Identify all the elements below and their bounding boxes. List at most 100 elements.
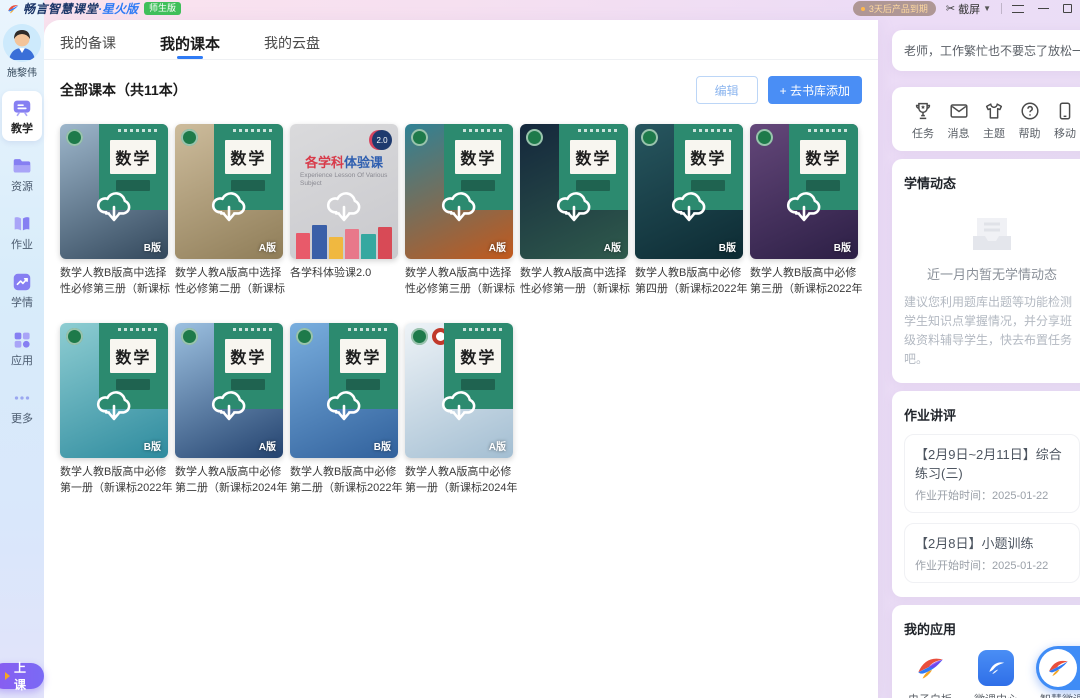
download-icon[interactable] [438, 188, 480, 231]
maximize-icon[interactable] [1063, 4, 1072, 13]
book-card[interactable]: 数学 B版 数学人教B版高中必修第一册（新课标2022年更 [60, 323, 168, 496]
quick-帮助[interactable]: 帮助 [1013, 100, 1047, 141]
download-icon[interactable] [208, 188, 250, 231]
sidebar-menu: 教学资源作业学情应用更多 [0, 91, 44, 431]
publisher-badge-icon [181, 129, 198, 146]
homework-item[interactable]: 【2月9日~2月11日】综合练习(三)作业开始时间：2025-01-22 [904, 434, 1080, 513]
homework-review-card: 作业讲评 【2月9日~2月11日】综合练习(三)作业开始时间：2025-01-2… [892, 391, 1080, 597]
book-cover[interactable]: 数学 A版 [405, 124, 513, 259]
quick-任务[interactable]: 任务 [906, 100, 940, 141]
sidebar-item-学情[interactable]: 学情 [2, 265, 42, 315]
book-title: 数学人教B版高中必修第三册（新课标2022年更 [750, 265, 864, 297]
quick-移动[interactable]: 移动 [1048, 100, 1080, 141]
avatar[interactable] [3, 24, 41, 62]
book-title: 数学人教B版高中必修第四册（新课标2022年更 [635, 265, 749, 297]
screenshot-button[interactable]: ✂截屏▼ [946, 1, 991, 17]
sidebar-item-应用[interactable]: 应用 [2, 323, 42, 373]
start-class-button[interactable]: 上课 [0, 663, 44, 689]
app-title: 畅言智慧课堂 [23, 0, 98, 17]
folder-icon [2, 155, 42, 177]
book-card[interactable]: 数学 A版 数学人教A版高中必修第二册（新课标2024年 [175, 323, 283, 496]
download-icon[interactable] [323, 188, 365, 231]
book-title: 数学人教A版高中选择性必修第一册（新课标 [520, 265, 634, 297]
publisher-badge-icon [181, 328, 198, 345]
sidebar-item-教学[interactable]: 教学 [2, 91, 42, 141]
book-cover[interactable]: 数学 B版 [60, 124, 168, 259]
book-cover[interactable]: 数学 B版 [635, 124, 743, 259]
book-cover[interactable]: 数学 A版 [175, 323, 283, 458]
app-logo-bird-icon [6, 2, 20, 16]
sidebar-item-作业[interactable]: 作业 [2, 207, 42, 257]
divider [1001, 3, 1002, 14]
homework-name: 【2月8日】小题训练 [915, 533, 1069, 552]
right-panel: 老师，工作繁忙也不要忘了放松一下哦 任务消息主题帮助移动 学情动态 近一月内暂无… [892, 30, 1080, 698]
book-title: 数学人教A版高中选择性必修第三册（新课标 [405, 265, 519, 297]
cover-subject-label: 数学 [225, 140, 271, 174]
sidebar-item-资源[interactable]: 资源 [2, 149, 42, 199]
window-menu-icon[interactable] [1012, 5, 1024, 13]
app-微课中心[interactable]: 微课中心 [974, 650, 1018, 698]
homework-item[interactable]: 【2月8日】小题训练作业开始时间：2025-01-22 [904, 523, 1080, 583]
book-card[interactable]: 数学 A版 数学人教A版高中必修第一册（新课标2024年 [405, 323, 513, 496]
add-from-library-button[interactable]: + 去书库添加 [768, 76, 862, 104]
assistant-float-button[interactable] [1036, 646, 1080, 690]
publisher-badge-icon [526, 129, 543, 146]
title-bar: 畅言智慧课堂 ·星火版 师生版 3天后产品到期 ✂截屏▼ [0, 0, 1080, 17]
tab-my-cloud[interactable]: 我的云盘 [264, 33, 320, 59]
help-icon [1013, 100, 1047, 122]
quick-消息[interactable]: 消息 [942, 100, 976, 141]
download-icon[interactable] [553, 188, 595, 231]
tab-my-textbooks[interactable]: 我的课本 [160, 33, 220, 59]
mail-icon [942, 100, 976, 122]
app-电子白板[interactable]: 电子白板 [908, 650, 952, 698]
publisher-badge-icon [411, 129, 428, 146]
book-cover[interactable]: 数学 A版 [520, 124, 628, 259]
book-cover[interactable]: 数学 B版 [60, 323, 168, 458]
book-card[interactable]: 数学 A版 数学人教A版高中选择性必修第二册（新课标 [175, 124, 283, 297]
tab-my-prep[interactable]: 我的备课 [60, 33, 116, 59]
book-card[interactable]: 数学 A版 数学人教A版高中选择性必修第三册（新课标 [405, 124, 513, 297]
cover-subject-label: 数学 [685, 140, 731, 174]
book-title: 数学人教B版高中必修第一册（新课标2022年更 [60, 464, 174, 496]
section-title: 全部课本（共11本） [60, 80, 187, 100]
book-card[interactable]: 数学 B版 数学人教B版高中必修第二册（新课标2022年更 [290, 323, 398, 496]
phone-icon [1048, 100, 1080, 122]
tab-bar: 我的备课 我的课本 我的云盘 [44, 20, 878, 60]
book-cover[interactable]: 数学 A版 [175, 124, 283, 259]
empty-inbox-icon [969, 214, 1015, 254]
download-icon[interactable] [783, 188, 825, 231]
book-cover[interactable]: 数学 B版 [290, 323, 398, 458]
main-content: 我的备课 我的课本 我的云盘 全部课本（共11本） 编辑 + 去书库添加 数学 … [44, 20, 878, 698]
cover-subject-label: 数学 [455, 339, 501, 373]
edit-button[interactable]: 编辑 [696, 76, 758, 104]
book-card[interactable]: 数学 B版 数学人教B版高中必修第三册（新课标2022年更 [750, 124, 858, 297]
download-icon[interactable] [93, 387, 135, 430]
book-card[interactable]: 2.0 各学科体验课 Experience Lesson Of Various … [290, 124, 398, 297]
book-cover[interactable]: 数学 A版 [405, 323, 513, 458]
homework-icon [2, 213, 42, 235]
book-card[interactable]: 数学 B版 数学人教B版高中必修第四册（新课标2022年更 [635, 124, 743, 297]
download-icon[interactable] [208, 387, 250, 430]
minimize-icon[interactable] [1038, 8, 1049, 10]
book-cover[interactable]: 2.0 各学科体验课 Experience Lesson Of Various … [290, 124, 398, 259]
download-icon[interactable] [438, 387, 480, 430]
book-cover[interactable]: 数学 B版 [750, 124, 858, 259]
book-card[interactable]: 数学 A版 数学人教A版高中选择性必修第一册（新课标 [520, 124, 628, 297]
quick-主题[interactable]: 主题 [977, 100, 1011, 141]
download-icon[interactable] [93, 188, 135, 231]
sidebar-item-更多[interactable]: 更多 [2, 381, 42, 431]
homework-start-time: 作业开始时间：2025-01-22 [915, 557, 1069, 573]
bird-icon [912, 650, 948, 686]
chevron-down-icon: ▼ [983, 4, 991, 13]
experience-course-title: 各学科体验课 [290, 152, 398, 171]
app-blue-bird-icon [978, 650, 1014, 686]
book-title: 数学人教A版高中必修第二册（新课标2024年 [175, 464, 289, 496]
book-card[interactable]: 数学 B版 数学人教B版高中选择性必修第三册（新课标 [60, 124, 168, 297]
avatar-image-icon [3, 24, 41, 62]
experience-course-subtitle: Experience Lesson Of Various Subject [300, 172, 392, 188]
download-icon[interactable] [323, 387, 365, 430]
download-icon[interactable] [668, 188, 710, 231]
empty-state-desc: 建议您利用题库出题等功能检测学生知识点掌握情况，并分享班级资料辅导学生，快去布置… [904, 293, 1080, 369]
cover-subject-label: 数学 [110, 140, 156, 174]
version-badge: 师生版 [144, 2, 181, 15]
